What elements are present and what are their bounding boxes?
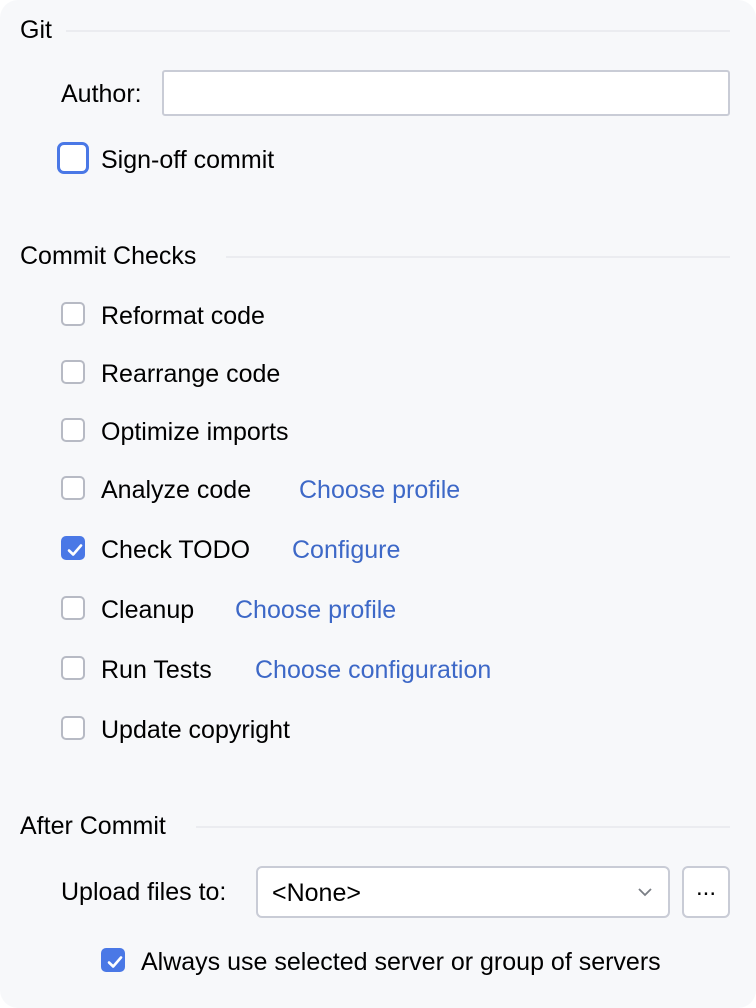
signoff-label[interactable]: Sign-off commit — [101, 146, 274, 175]
reformat-code-checkbox[interactable] — [61, 302, 85, 326]
section-title-after-commit: After Commit — [20, 812, 166, 840]
upload-server-value: <None> — [272, 879, 361, 907]
analyze-code-checkbox[interactable] — [61, 476, 85, 500]
run-tests-label[interactable]: Run Tests — [101, 656, 212, 685]
commit-settings-panel: Git Author: Sign-off commit Commit Check… — [0, 0, 756, 1008]
cleanup-choose-profile-link[interactable]: Choose profile — [235, 596, 396, 625]
analyze-choose-profile-link[interactable]: Choose profile — [299, 476, 460, 505]
rearrange-code-label[interactable]: Rearrange code — [101, 360, 280, 389]
cleanup-checkbox[interactable] — [61, 596, 85, 620]
checkmark-icon — [107, 956, 123, 968]
reformat-code-label[interactable]: Reformat code — [101, 302, 265, 331]
upload-files-label: Upload files to: — [61, 878, 227, 906]
rearrange-code-checkbox[interactable] — [61, 360, 85, 384]
section-separator — [66, 30, 730, 32]
check-todo-configure-link[interactable]: Configure — [292, 536, 400, 565]
optimize-imports-checkbox[interactable] — [61, 418, 85, 442]
run-tests-choose-configuration-link[interactable]: Choose configuration — [255, 656, 491, 685]
signoff-checkbox[interactable] — [57, 142, 89, 174]
analyze-code-label[interactable]: Analyze code — [101, 476, 251, 505]
checkmark-icon — [67, 544, 83, 556]
section-separator — [196, 826, 730, 828]
chevron-down-icon — [638, 888, 652, 897]
always-use-server-checkbox[interactable] — [101, 948, 125, 972]
always-use-server-label[interactable]: Always use selected server or group of s… — [141, 948, 661, 977]
section-title-git: Git — [20, 16, 52, 44]
author-label: Author: — [61, 80, 142, 108]
cleanup-label[interactable]: Cleanup — [101, 596, 194, 625]
update-copyright-checkbox[interactable] — [61, 716, 85, 740]
check-todo-checkbox[interactable] — [61, 536, 85, 560]
update-copyright-label[interactable]: Update copyright — [101, 716, 290, 745]
author-input[interactable] — [162, 70, 730, 116]
section-separator — [226, 256, 730, 258]
run-tests-checkbox[interactable] — [61, 656, 85, 680]
section-title-commit-checks: Commit Checks — [20, 242, 197, 270]
optimize-imports-label[interactable]: Optimize imports — [101, 418, 289, 447]
browse-servers-button[interactable]: ... — [682, 866, 730, 918]
upload-server-dropdown[interactable]: <None> — [256, 866, 670, 918]
check-todo-label[interactable]: Check TODO — [101, 536, 250, 565]
